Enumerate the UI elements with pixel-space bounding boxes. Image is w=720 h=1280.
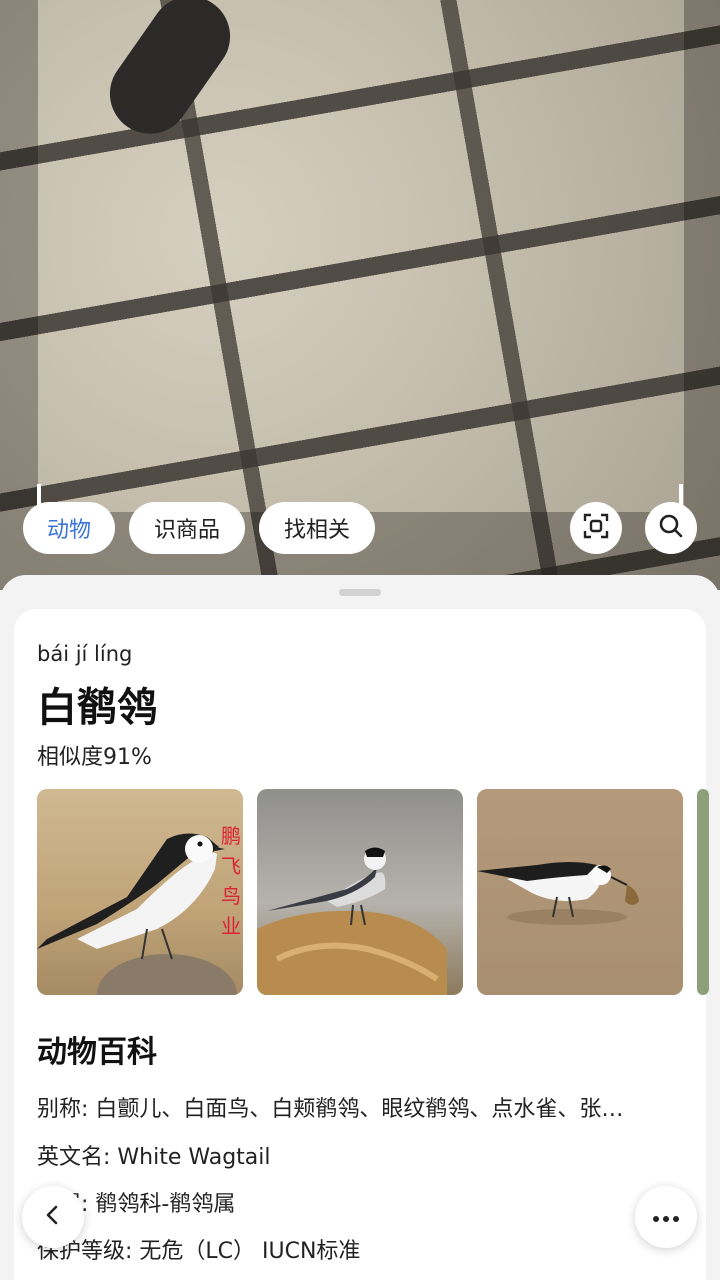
crop-dim-left [0,0,38,512]
similarity-score: 相似度91% [37,745,152,770]
bird-tail-in-photo [94,0,246,150]
result-sheet: bái jí líng 白鹡鸰 相似度91% 鹏飞鸟业 动物百科 别称: 白颤儿… [0,575,720,1280]
camera-photo [0,0,720,590]
more-button[interactable] [635,1186,697,1248]
encyclopedia-title: 动物百科 [37,1035,157,1070]
result-card: bái jí líng 白鹡鸰 相似度91% 鹏飞鸟业 动物百科 别称: 白颤儿… [14,609,709,1280]
chip-find-related[interactable]: 找相关 [259,502,375,554]
reference-image-1[interactable]: 鹏飞鸟业 [37,789,243,995]
sheet-drag-handle[interactable] [339,589,381,596]
result-pinyin: bái jí líng [37,642,133,666]
search-button[interactable] [645,502,697,554]
result-name: 白鹡鸰 [37,685,157,731]
info-english-name: 英文名: White Wagtail [37,1145,271,1170]
back-arrow-icon [41,1203,65,1231]
info-alias: 别称: 白颤儿、白面鸟、白颊鹡鸰、眼纹鹡鸰、点水雀、张… [37,1097,624,1122]
scan-icon [583,513,609,543]
crop-dim-right [684,0,720,512]
chip-animal[interactable]: 动物 [23,502,115,554]
more-dots-icon [652,1208,680,1227]
info-family: 科属: 鹡鸰科-鹡鸰属 [37,1192,236,1217]
back-button[interactable] [22,1186,84,1248]
info-protection-level: 保护等级: 无危（LC） IUCN标准 [37,1239,361,1264]
image-watermark: 鹏飞鸟业 [221,824,241,938]
reference-image-3[interactable] [477,789,683,995]
reference-image-4-partial[interactable] [697,789,709,995]
chip-identify-product[interactable]: 识商品 [129,502,245,554]
scan-button[interactable] [570,502,622,554]
reference-image-2[interactable] [257,789,463,995]
search-icon [658,513,684,543]
